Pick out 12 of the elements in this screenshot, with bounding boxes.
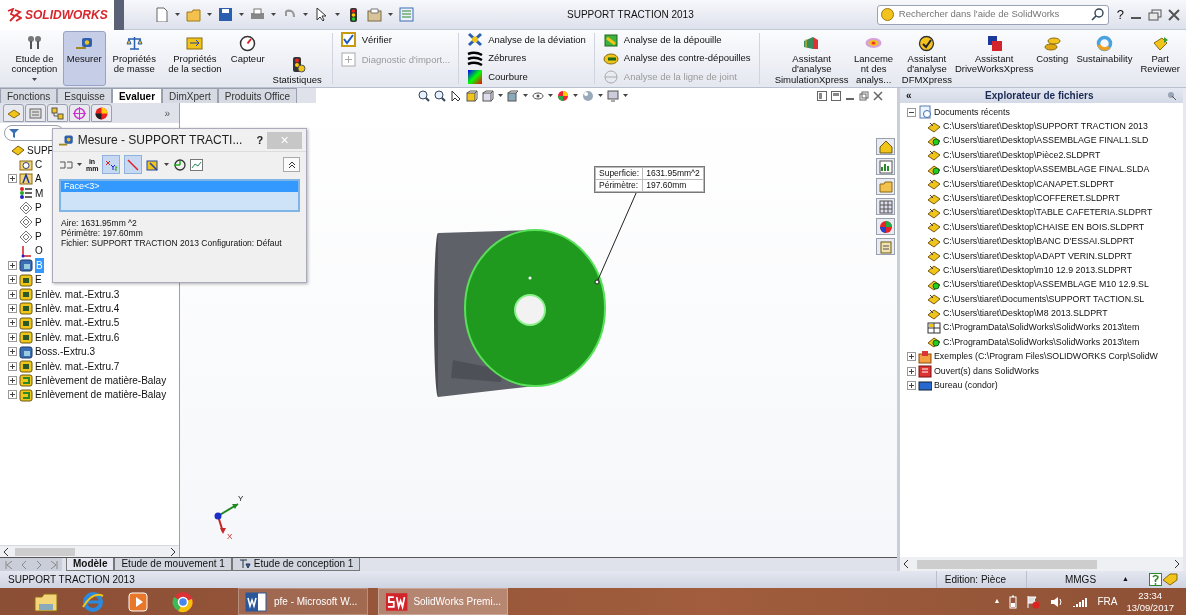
- result-text: Aire: 1631.95mm ^2: [60, 218, 138, 228]
- logo-text: SOLIDWORKS: [25, 6, 108, 24]
- panel-title: Explorateur de fichiers: [984, 89, 1095, 103]
- window-title: SUPPORT TRACTION 2013: [566, 8, 695, 22]
- callout-label: Périmètre:: [595, 179, 643, 192]
- axis-label: X: [227, 531, 233, 543]
- callout-label: Superficie:: [595, 167, 643, 180]
- callout-value: 197.60mm: [642, 179, 704, 192]
- axis-label: Y: [238, 493, 244, 505]
- result-text: Périmètre: 197.60mm: [60, 228, 144, 238]
- callout-value: 1631.95mm^2: [642, 167, 704, 180]
- document-name: SUPPORT TRACTION 2013: [8, 573, 136, 587]
